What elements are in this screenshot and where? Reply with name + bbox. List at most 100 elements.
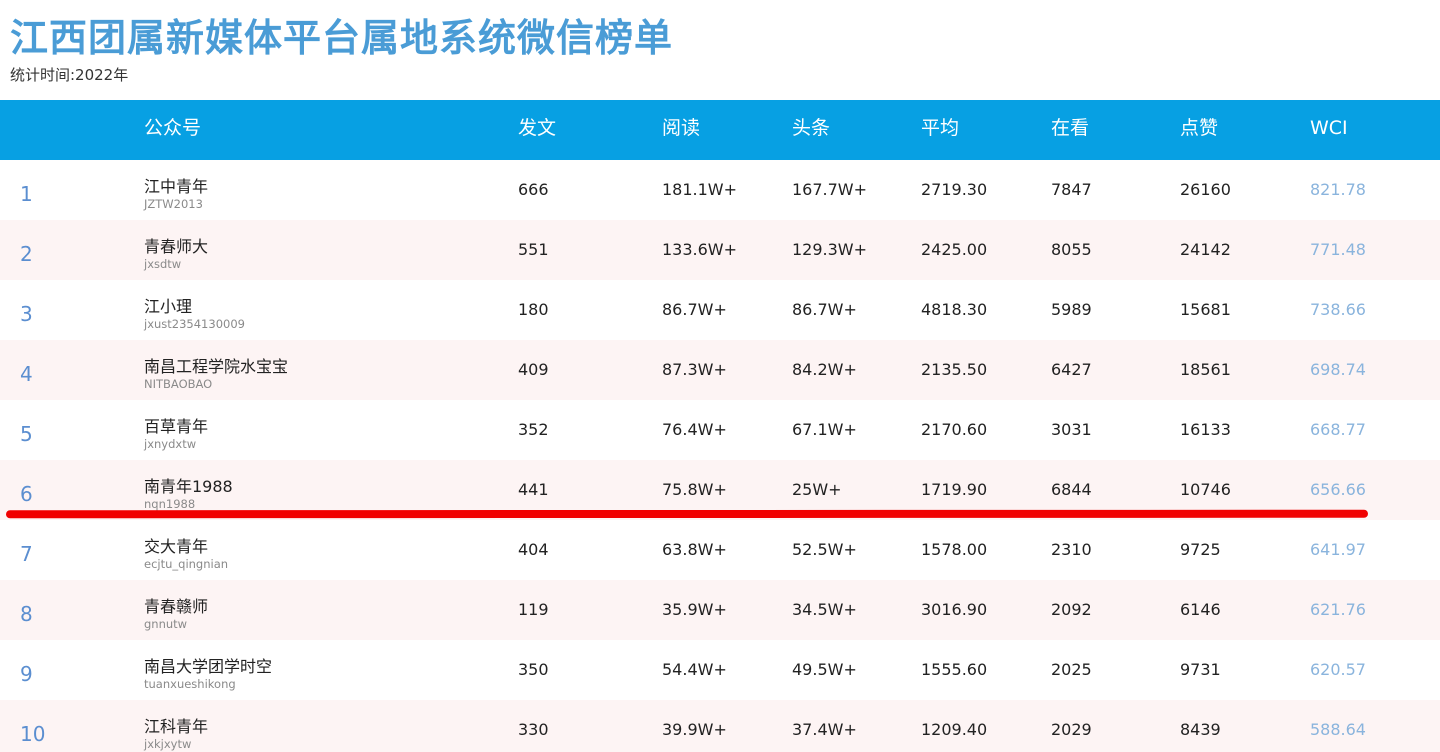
column-header-likes[interactable]: 点赞 [1180, 100, 1218, 156]
account-id: jxsdtw [144, 257, 182, 271]
wci-score: 620.57 [1310, 660, 1366, 679]
reads-count: 75.8W+ [662, 480, 727, 499]
reads-count: 133.6W+ [662, 240, 738, 259]
headline-reads: 167.7W+ [792, 180, 868, 199]
average-reads: 2719.30 [921, 180, 988, 199]
headline-reads: 86.7W+ [792, 300, 857, 319]
account-name[interactable]: 南昌大学团学时空 [144, 653, 272, 677]
account-id: gnnutw [144, 617, 188, 631]
average-reads: 1719.90 [921, 480, 988, 499]
likes-count: 8439 [1180, 720, 1221, 739]
table-row[interactable]: 5 百草青年 jxnydxtw 352 76.4W+ 67.1W+ 2170.60 3031 1… [0, 400, 1440, 460]
rank-number: 2 [20, 242, 33, 266]
watching-count: 2025 [1051, 660, 1092, 679]
watching-count: 2092 [1051, 600, 1092, 619]
account-name[interactable]: 交大青年 [144, 533, 208, 557]
rank-number: 8 [20, 602, 33, 626]
posts-count: 404 [518, 540, 549, 559]
column-header-posts[interactable]: 发文 [518, 100, 556, 156]
likes-count: 18561 [1180, 360, 1231, 379]
watching-count: 6427 [1051, 360, 1092, 379]
table-row[interactable]: 2 青春师大 jxsdtw 551 133.6W+ 129.3W+ 2425.00 8055 2… [0, 220, 1440, 280]
account-id: jxkjxytw [144, 737, 192, 751]
column-header-watching[interactable]: 在看 [1051, 100, 1089, 156]
reads-count: 63.8W+ [662, 540, 727, 559]
column-header-headline[interactable]: 头条 [792, 100, 830, 156]
account-name[interactable]: 江中青年 [144, 173, 208, 197]
table-row[interactable]: 4 南昌工程学院水宝宝 NITBAOBAO 409 87.3W+ 84.2W+ 2135.5… [0, 340, 1440, 400]
reads-count: 181.1W+ [662, 180, 738, 199]
table-row[interactable]: 7 交大青年 ecjtu_qingnian 404 63.8W+ 52.5W+ 1578.0… [0, 520, 1440, 580]
reads-count: 86.7W+ [662, 300, 727, 319]
likes-count: 10746 [1180, 480, 1231, 499]
posts-count: 180 [518, 300, 549, 319]
reads-count: 35.9W+ [662, 600, 727, 619]
account-name[interactable]: 南青年1988 [144, 473, 233, 497]
table-row[interactable]: 9 南昌大学团学时空 tuanxueshikong 350 54.4W+ 49.5W+ 15… [0, 640, 1440, 700]
account-name[interactable]: 南昌工程学院水宝宝 [144, 353, 288, 377]
account-id: tuanxueshikong [144, 677, 236, 691]
account-name[interactable]: 江小理 [144, 293, 192, 317]
average-reads: 3016.90 [921, 600, 988, 619]
reads-count: 87.3W+ [662, 360, 727, 379]
table-row[interactable]: 10 江科青年 jxkjxytw 330 39.9W+ 37.4W+ 1209.40 2029… [0, 700, 1440, 752]
reads-count: 76.4W+ [662, 420, 727, 439]
wci-score: 771.48 [1310, 240, 1366, 259]
column-header-average[interactable]: 平均 [921, 100, 959, 156]
wci-score: 641.97 [1310, 540, 1366, 559]
wci-score: 821.78 [1310, 180, 1366, 199]
posts-count: 119 [518, 600, 549, 619]
rank-number: 4 [20, 362, 33, 386]
table-row[interactable]: 8 青春赣师 gnnutw 119 35.9W+ 34.5W+ 3016.90 2092 614… [0, 580, 1440, 640]
headline-reads: 52.5W+ [792, 540, 857, 559]
rank-number: 10 [20, 722, 46, 746]
average-reads: 1555.60 [921, 660, 988, 679]
average-reads: 1209.40 [921, 720, 988, 739]
account-name[interactable]: 青春师大 [144, 233, 208, 257]
table-row[interactable]: 3 江小理 jxust2354130009 180 86.7W+ 86.7W+ 4818.3… [0, 280, 1440, 340]
wci-score: 656.66 [1310, 480, 1366, 499]
account-id: JZTW2013 [144, 197, 203, 211]
headline-reads: 49.5W+ [792, 660, 857, 679]
column-header-reads[interactable]: 阅读 [662, 100, 700, 156]
posts-count: 551 [518, 240, 549, 259]
likes-count: 9725 [1180, 540, 1221, 559]
column-header-account[interactable]: 公众号 [144, 100, 201, 156]
table-row[interactable]: 1 江中青年 JZTW2013 666 181.1W+ 167.7W+ 2719.30 784… [0, 160, 1440, 220]
account-id: nqn1988 [144, 497, 196, 511]
page-title: 江西团属新媒体平台属地系统微信榜单 [10, 16, 674, 60]
stats-period: 统计时间:2022年 [10, 66, 129, 84]
highlight-underline [5, 509, 1369, 519]
account-name[interactable]: 青春赣师 [144, 593, 208, 617]
account-name[interactable]: 江科青年 [144, 713, 208, 737]
column-header-wci[interactable]: WCI [1310, 100, 1348, 156]
headline-reads: 84.2W+ [792, 360, 857, 379]
average-reads: 1578.00 [921, 540, 988, 559]
wci-score: 621.76 [1310, 600, 1366, 619]
account-id: jxnydxtw [144, 437, 197, 451]
rank-number: 7 [20, 542, 33, 566]
account-name[interactable]: 百草青年 [144, 413, 208, 437]
headline-reads: 129.3W+ [792, 240, 868, 259]
posts-count: 350 [518, 660, 549, 679]
wci-score: 738.66 [1310, 300, 1366, 319]
posts-count: 330 [518, 720, 549, 739]
likes-count: 9731 [1180, 660, 1221, 679]
likes-count: 26160 [1180, 180, 1231, 199]
posts-count: 666 [518, 180, 549, 199]
watching-count: 5989 [1051, 300, 1092, 319]
posts-count: 409 [518, 360, 549, 379]
average-reads: 2425.00 [921, 240, 988, 259]
watching-count: 8055 [1051, 240, 1092, 259]
account-id: ecjtu_qingnian [144, 557, 229, 571]
headline-reads: 34.5W+ [792, 600, 857, 619]
headline-reads: 67.1W+ [792, 420, 857, 439]
watching-count: 6844 [1051, 480, 1092, 499]
watching-count: 2310 [1051, 540, 1092, 559]
watching-count: 2029 [1051, 720, 1092, 739]
reads-count: 54.4W+ [662, 660, 727, 679]
ranking-page: 江西团属新媒体平台属地系统微信榜单 统计时间:2022年 公众号 发文 阅读 头… [0, 0, 1440, 752]
average-reads: 2135.50 [921, 360, 988, 379]
likes-count: 15681 [1180, 300, 1231, 319]
account-id: NITBAOBAO [144, 377, 213, 391]
